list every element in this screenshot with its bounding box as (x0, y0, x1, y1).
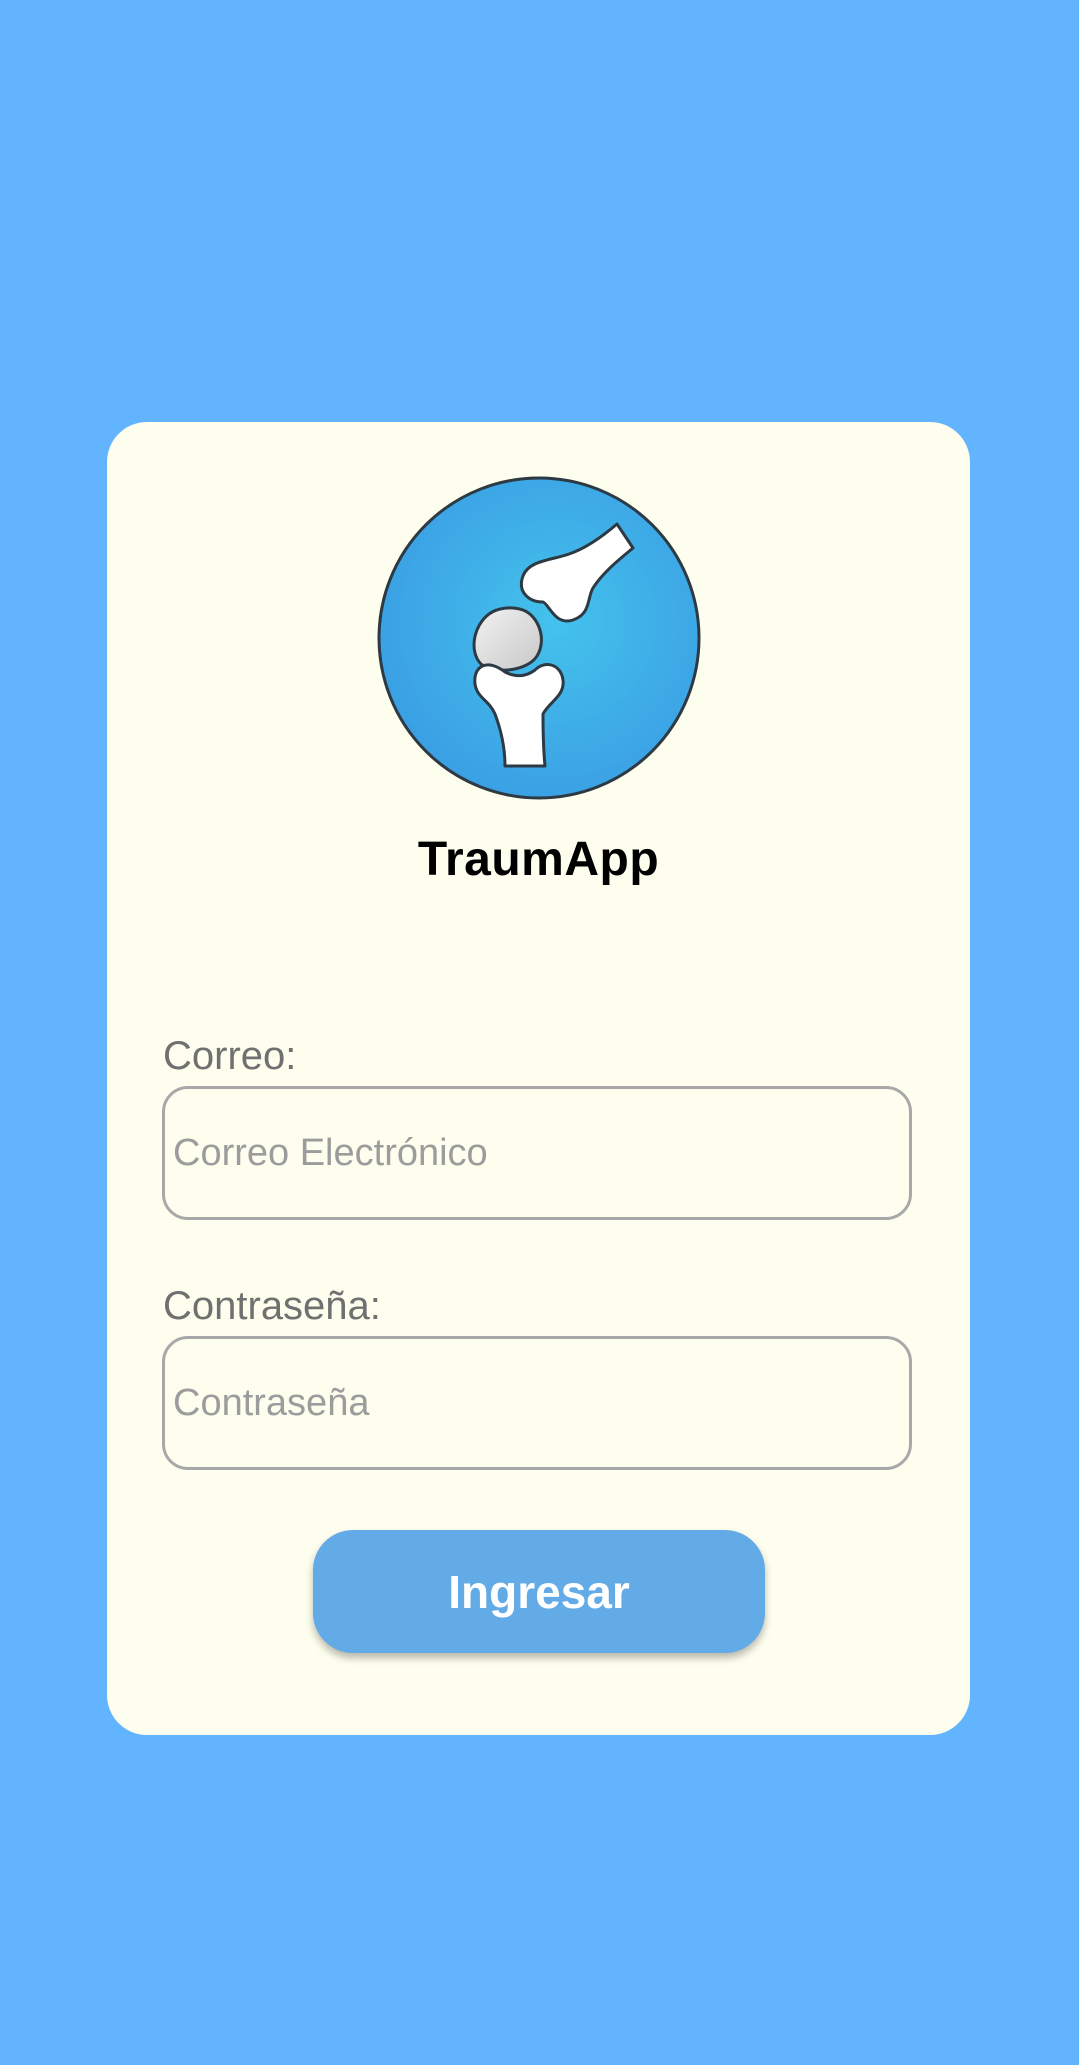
email-label: Correo: (163, 1034, 297, 1078)
login-card: TraumApp Correo: Contraseña: Ingresar (107, 422, 970, 1735)
password-label: Contraseña: (163, 1284, 381, 1328)
password-field-box[interactable] (162, 1336, 912, 1470)
login-button[interactable]: Ingresar (313, 1530, 765, 1653)
password-input[interactable] (165, 1339, 909, 1467)
email-input[interactable] (165, 1089, 909, 1217)
knee-joint-icon (377, 476, 701, 800)
email-field-box[interactable] (162, 1086, 912, 1220)
app-logo (377, 476, 701, 800)
app-title: TraumApp (417, 833, 660, 886)
